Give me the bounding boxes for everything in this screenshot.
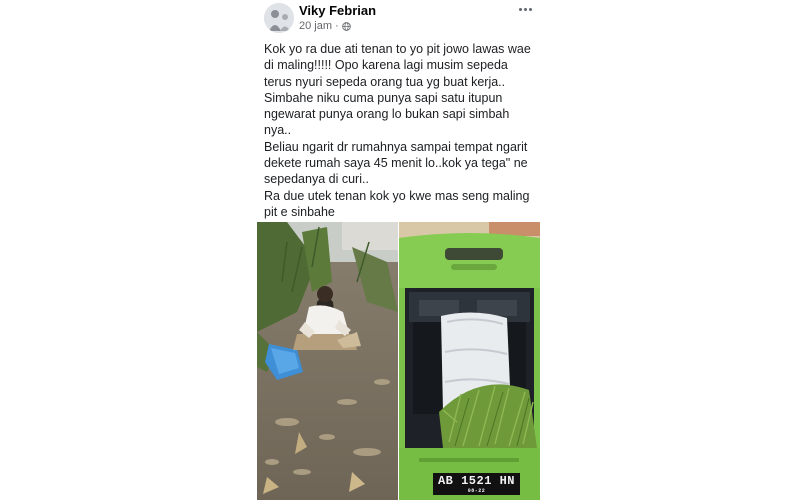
avatar[interactable] xyxy=(264,3,294,33)
post-text-line: dekete rumah saya 45 menit lo..kok ya te… xyxy=(264,156,528,171)
post-meta: 20 jam · xyxy=(299,20,351,32)
post-text-line: terus nyuri sepeda orang tua yg buat ker… xyxy=(264,74,506,89)
post-text-line: Simbahe niku cuma punya sapi satu itupun xyxy=(264,90,503,105)
post-text-line: Beliau ngarit dr rumahnya sampai tempat … xyxy=(264,139,528,154)
photo-car-trunk[interactable] xyxy=(399,222,540,500)
meta-separator: · xyxy=(335,20,339,32)
post-text-line: di maling!!!!! Opo karena lagi musim sep… xyxy=(264,58,508,73)
post-text-line: Kok yo ra due ati tenan to yo pit jowo l… xyxy=(264,42,531,56)
license-plate: AB 1521 HN 08-22 xyxy=(433,473,520,495)
post-text-line: Ra due utek tenan kok yo kwe mas seng ma… xyxy=(264,188,530,203)
post-text-line: sepedanya di curi.. xyxy=(264,172,369,187)
post-header: Viky Febrian 20 jam · xyxy=(257,0,540,38)
post-time[interactable]: 20 jam xyxy=(299,20,332,32)
globe-icon[interactable] xyxy=(341,21,351,31)
post-photos xyxy=(257,222,540,500)
author-name[interactable]: Viky Febrian xyxy=(299,3,376,18)
post-text-line: pit e sinbahe xyxy=(264,204,335,219)
more-options-icon[interactable] xyxy=(513,2,537,16)
post-text-line: ngewarat punya orang lo bukan sapi simba… xyxy=(264,107,510,122)
photo-grandmother-grass[interactable] xyxy=(257,222,398,500)
post-text-line: nya.. xyxy=(264,123,292,138)
facebook-post: Viky Febrian 20 jam · Kok yo ra due ati … xyxy=(257,0,540,500)
post-text: Kok yo ra due ati tenan to yo pit jowo l… xyxy=(264,41,536,220)
license-plate-expiry: 08-22 xyxy=(467,488,486,494)
license-plate-number: AB 1521 HN xyxy=(437,474,515,488)
